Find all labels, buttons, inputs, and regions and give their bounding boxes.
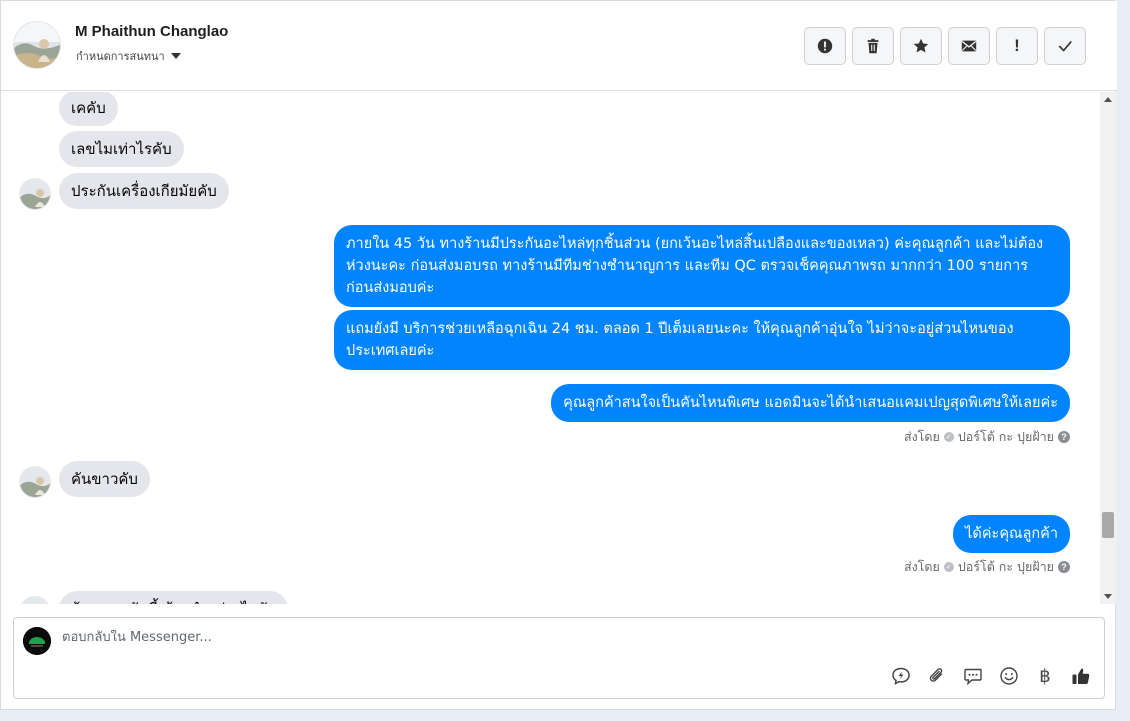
attachment-icon xyxy=(929,668,943,682)
page-avatar xyxy=(23,627,51,655)
assign-conversation-dropdown[interactable]: กำหนดการสนทนา xyxy=(76,47,181,65)
help-icon[interactable]: ? xyxy=(1058,431,1070,443)
checkmark-icon xyxy=(1058,41,1072,52)
emoji-button[interactable] xyxy=(998,665,1020,687)
outgoing-message[interactable]: คุณลูกค้าสนใจเป็นคันไหนพิเศษ แอดมินจะได้… xyxy=(551,384,1070,422)
outgoing-message[interactable]: ภายใน 45 วัน ทางร้านมีประกันอะไหล่ทุกชิ้… xyxy=(334,225,1070,307)
sent-by-prefix: ส่งโดย xyxy=(903,559,940,574)
star-icon xyxy=(913,38,929,53)
saved-replies-icon xyxy=(964,668,982,686)
help-icon[interactable]: ? xyxy=(1058,561,1070,573)
verified-dot-icon: ✓ xyxy=(943,432,954,442)
conversation-header: M Phaithun Changlao กำหนดการสนทนา ! xyxy=(1,1,1117,91)
thread-scrollbar[interactable] xyxy=(1100,92,1116,604)
incoming-message[interactable]: เลขไมเท่าไรคับ xyxy=(59,131,184,167)
incoming-message[interactable]: ถ้าจะเอาคันนี้ ต้องทำอย่างไรคับ xyxy=(59,591,289,604)
reply-input[interactable] xyxy=(62,630,762,645)
sent-by-name[interactable]: ปอร์โต้ กะ ปุยฝ้าย xyxy=(958,427,1054,447)
sent-by-name[interactable]: ปอร์โต้ กะ ปุยฝ้าย xyxy=(958,557,1054,577)
delete-button[interactable] xyxy=(852,27,894,65)
outgoing-message[interactable]: แถมยังมี บริการช่วยเหลือฉุกเฉิน 24 ชม. ต… xyxy=(334,310,1070,370)
contact-name[interactable]: M Phaithun Changlao xyxy=(75,23,228,40)
saved-replies-button[interactable] xyxy=(962,665,984,687)
payment-button[interactable]: ฿ xyxy=(1034,665,1056,687)
contact-avatar-small[interactable] xyxy=(19,596,51,604)
scroll-down-arrow-icon[interactable] xyxy=(1104,594,1112,599)
contact-avatar-small[interactable] xyxy=(19,466,51,498)
envelope-icon xyxy=(961,40,977,52)
incoming-message[interactable]: ประกันเครื่องเกียมัยคับ xyxy=(59,173,229,209)
mark-done-button[interactable] xyxy=(1044,27,1086,65)
sent-by-label: ส่งโดย ✓ ปอร์โต้ กะ ปุยฝ้าย ? xyxy=(904,557,1070,577)
message-thread[interactable]: เคคับ เลขไมเท่าไรคับ ประกันเครื่องเกียมั… xyxy=(1,92,1099,604)
baht-icon: ฿ xyxy=(1039,665,1051,687)
like-button[interactable] xyxy=(1070,665,1092,687)
conversation-toolbar: ! xyxy=(804,27,1086,65)
emoji-icon xyxy=(1000,667,1018,685)
trash-icon xyxy=(867,38,879,54)
attach-file-button[interactable] xyxy=(926,665,948,687)
contact-avatar[interactable] xyxy=(13,21,61,69)
contact-avatar-small[interactable] xyxy=(19,178,51,210)
outgoing-message[interactable]: ได้ค่ะคุณลูกค้า xyxy=(953,515,1070,553)
thumbs-up-icon xyxy=(1072,668,1090,684)
quick-reply-icon xyxy=(892,667,910,685)
mark-spam-button[interactable] xyxy=(804,27,846,65)
caret-down-icon xyxy=(170,53,181,59)
mark-unread-button[interactable] xyxy=(948,27,990,65)
incoming-message[interactable]: คันขาวคับ xyxy=(59,461,150,497)
star-button[interactable] xyxy=(900,27,942,65)
scrollbar-thumb[interactable] xyxy=(1102,512,1114,538)
composer-tools: ฿ xyxy=(890,665,1092,687)
incoming-message[interactable]: เคคับ xyxy=(59,92,118,126)
quick-reply-button[interactable] xyxy=(890,665,912,687)
follow-up-button[interactable]: ! xyxy=(996,27,1038,65)
sent-by-prefix: ส่งโดย xyxy=(903,429,940,444)
scroll-up-arrow-icon[interactable] xyxy=(1104,97,1112,102)
alert-circle-icon xyxy=(817,38,833,54)
reply-composer: ฿ xyxy=(13,617,1105,699)
verified-dot-icon: ✓ xyxy=(943,562,954,572)
exclamation-icon: ! xyxy=(1014,36,1020,55)
assign-label: กำหนดการสนทนา xyxy=(76,50,165,63)
sent-by-label: ส่งโดย ✓ ปอร์โต้ กะ ปุยฝ้าย ? xyxy=(904,427,1070,447)
inbox-conversation-panel: M Phaithun Changlao กำหนดการสนทนา ! เคคั… xyxy=(0,0,1117,710)
